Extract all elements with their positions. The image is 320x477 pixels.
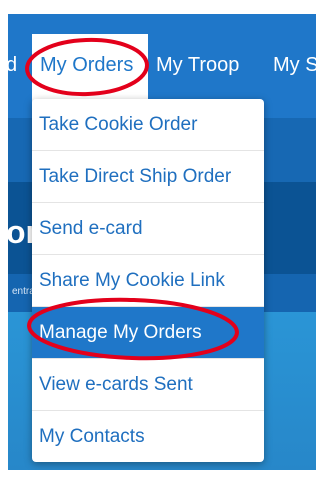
menu-item-manage-my-orders[interactable]: Manage My Orders bbox=[32, 307, 264, 359]
menu-item-my-contacts[interactable]: My Contacts bbox=[32, 411, 264, 462]
my-orders-dropdown-menu: Take Cookie Order Take Direct Ship Order… bbox=[32, 99, 264, 462]
menu-item-take-cookie-order[interactable]: Take Cookie Order bbox=[32, 99, 264, 151]
nav-item-partial-right[interactable]: My S bbox=[273, 54, 316, 77]
menu-item-view-e-cards-sent[interactable]: View e-cards Sent bbox=[32, 359, 264, 411]
menu-item-share-my-cookie-link[interactable]: Share My Cookie Link bbox=[32, 255, 264, 307]
menu-item-take-direct-ship-order[interactable]: Take Direct Ship Order bbox=[32, 151, 264, 203]
nav-item-partial-left[interactable]: d bbox=[8, 54, 17, 77]
menu-item-send-e-card[interactable]: Send e-card bbox=[32, 203, 264, 255]
browser-viewport: d My Orders My Troop My S or entra Take … bbox=[8, 14, 316, 470]
nav-item-my-troop[interactable]: My Troop bbox=[156, 54, 239, 77]
nav-item-my-orders[interactable]: My Orders bbox=[40, 54, 133, 77]
